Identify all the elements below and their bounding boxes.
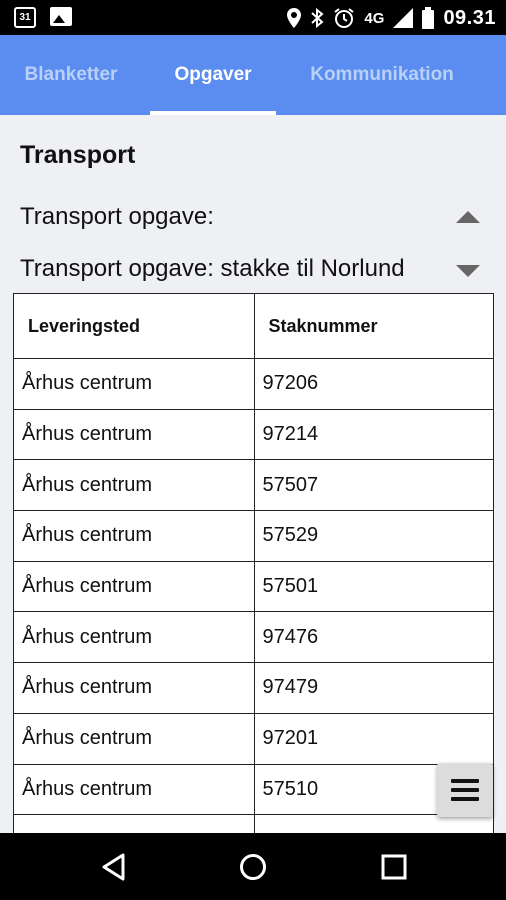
table-row[interactable]: Århus centrum 57510	[14, 764, 494, 816]
table-row[interactable]: Århus centrum 97201	[14, 713, 494, 765]
cell-staknummer: 57529	[255, 511, 494, 561]
cell-leveringsted: Århus centrum	[14, 713, 255, 764]
table-row[interactable]: Århus centrum 57507	[14, 460, 494, 512]
table-row[interactable]: Århus centrum 57529	[14, 511, 494, 562]
column-header-staknummer: Staknummer	[255, 294, 494, 358]
back-icon[interactable]	[94, 847, 134, 887]
column-header-leveringsted: Leveringsted	[14, 294, 255, 358]
task-header-label: Transport opgave:	[20, 203, 214, 230]
status-bar: 31 4G 09.31	[0, 0, 506, 35]
signal-icon	[393, 8, 414, 28]
cell-leveringsted	[14, 815, 255, 833]
hamburger-menu-icon[interactable]	[437, 763, 493, 817]
cell-leveringsted: Århus centrum	[14, 511, 255, 561]
table-row[interactable]: Århus centrum 97476	[14, 612, 494, 664]
clock: 09.31	[443, 6, 496, 29]
tab-bar: Blanketter Opgaver Kommunikation	[0, 35, 506, 115]
table-row[interactable]	[14, 815, 494, 833]
task-subheader-label: Transport opgave: stakke til Norlund	[20, 255, 405, 282]
cell-staknummer: 57501	[255, 561, 494, 612]
cell-staknummer: 97206	[255, 359, 494, 409]
table-row[interactable]: Århus centrum 57501	[14, 561, 494, 613]
table-header: Leveringsted Staknummer	[14, 294, 494, 359]
cell-leveringsted: Århus centrum	[14, 561, 255, 612]
navigation-bar	[0, 833, 506, 900]
cell-leveringsted: Århus centrum	[14, 764, 255, 815]
recents-icon[interactable]	[374, 847, 414, 887]
cell-staknummer: 57507	[255, 460, 494, 511]
triangle-up-icon[interactable]	[456, 211, 480, 223]
tab-blanketter[interactable]: Blanketter	[0, 35, 142, 115]
task-header-row[interactable]: Transport opgave:	[20, 203, 486, 231]
location-icon	[287, 8, 302, 28]
transport-table: Leveringsted Staknummer Århus centrum 972…	[13, 293, 494, 833]
task-subheader-row[interactable]: Transport opgave: stakke til Norlund	[20, 255, 486, 283]
table-row[interactable]: Århus centrum 97479	[14, 663, 494, 714]
cell-staknummer: 97201	[255, 713, 494, 764]
cell-leveringsted: Århus centrum	[14, 663, 255, 713]
calendar-icon: 31	[14, 7, 36, 28]
cell-staknummer: 97479	[255, 663, 494, 713]
home-icon[interactable]	[233, 847, 273, 887]
tab-opgaver[interactable]: Opgaver	[150, 35, 276, 115]
cell-staknummer: 97476	[255, 612, 494, 663]
cell-staknummer	[255, 815, 494, 833]
cell-leveringsted: Århus centrum	[14, 409, 255, 460]
bluetooth-icon	[311, 8, 324, 28]
cell-leveringsted: Århus centrum	[14, 359, 255, 409]
cell-staknummer: 97214	[255, 409, 494, 460]
network-type: 4G	[364, 9, 385, 27]
triangle-down-icon[interactable]	[456, 265, 480, 277]
tab-kommunikation[interactable]: Kommunikation	[296, 35, 468, 115]
cell-leveringsted: Århus centrum	[14, 460, 255, 511]
battery-icon	[422, 7, 435, 29]
table-row[interactable]: Århus centrum 97206	[14, 359, 494, 410]
cell-leveringsted: Århus centrum	[14, 612, 255, 663]
section-title: Transport	[20, 141, 136, 169]
table-row[interactable]: Århus centrum 97214	[14, 409, 494, 461]
image-icon	[50, 7, 72, 26]
alarm-icon	[334, 8, 355, 28]
main-content: Transport Transport opgave: Transport op…	[0, 115, 506, 833]
